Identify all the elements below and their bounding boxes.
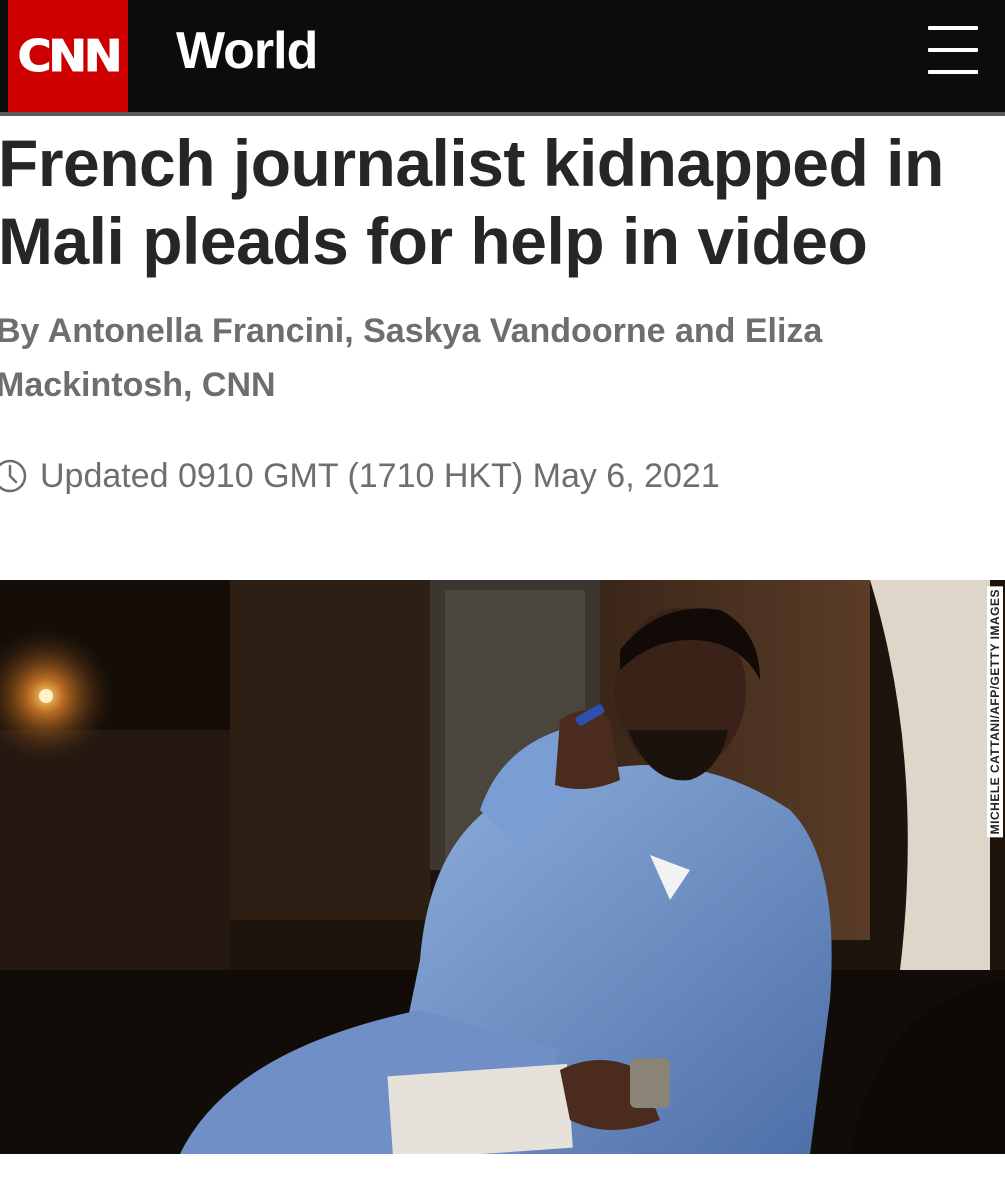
cnn-logo[interactable]: CNN: [8, 0, 128, 112]
article-hero-image[interactable]: MICHELE CATTANI/AFP/GETTY IMAGES: [0, 580, 1005, 1154]
byline: By Antonella Francini, Saskya Vandoorne …: [0, 304, 956, 412]
hero-photo-illustration: [0, 580, 1005, 1154]
top-nav-bar: CNN World: [0, 0, 1005, 112]
headline-line-2: Mali pleads for help in video: [0, 204, 868, 278]
hamburger-menu-icon[interactable]: [924, 24, 980, 78]
cnn-logo-text: CNN: [17, 30, 123, 82]
timestamp: Updated 0910 GMT (1710 HKT) May 6, 2021: [0, 452, 720, 500]
article-headline: French journalist kidnapped in Mali plea…: [0, 124, 1005, 280]
nav-divider: [0, 112, 1005, 116]
clock-icon: [0, 459, 27, 493]
byline-line-1: By Antonella Francini, Saskya Vandoorne …: [0, 312, 823, 350]
section-title[interactable]: World: [176, 20, 318, 82]
photo-credit: MICHELE CATTANI/AFP/GETTY IMAGES: [987, 586, 1003, 838]
timestamp-text: Updated 0910 GMT (1710 HKT) May 6, 2021: [40, 456, 720, 495]
byline-line-2: Mackintosh, CNN: [0, 366, 276, 404]
headline-line-1: French journalist kidnapped in: [0, 126, 944, 200]
